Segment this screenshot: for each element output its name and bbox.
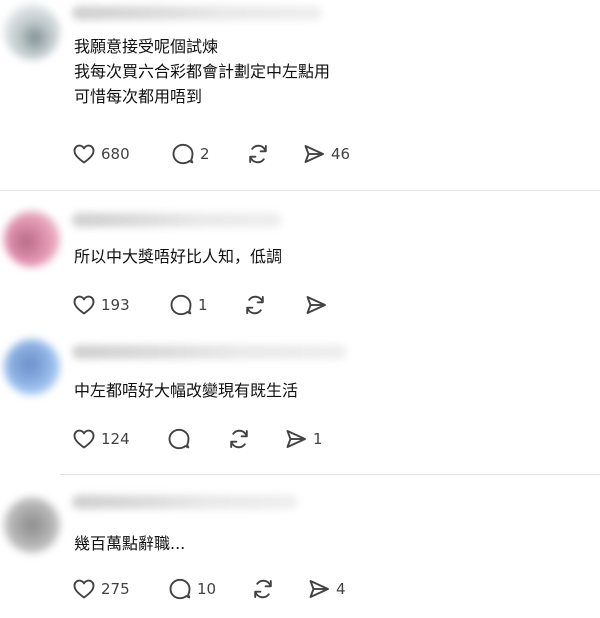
repost-icon <box>249 144 267 164</box>
share-button[interactable]: 1 <box>284 426 323 452</box>
comment-text-line: 可惜每次都用唔到 <box>74 87 203 106</box>
like-count: 275 <box>101 580 130 598</box>
comment-text: 幾百萬點辭職... <box>74 531 185 556</box>
comment-feed: 我願意接受呢個試煉 我每次買六合彩都會計劃定中左點用 可惜每次都用唔到 680 … <box>0 0 600 618</box>
action-bar: 275 10 4 <box>72 576 346 602</box>
repost-button[interactable] <box>243 292 304 318</box>
comment-item: 中左都唔好大幅改變現有既生活 124 1 <box>0 331 600 474</box>
share-button[interactable] <box>304 292 333 318</box>
like-button[interactable]: 275 <box>72 576 168 602</box>
like-count: 193 <box>101 296 130 314</box>
paper-plane-icon <box>286 430 306 448</box>
like-count: 680 <box>101 145 130 163</box>
comment-text-line: 所以中大獎唔好比人知，低調 <box>74 247 283 266</box>
repost-icon <box>254 579 272 599</box>
reply-count: 10 <box>197 580 217 598</box>
repost-icon <box>230 429 248 449</box>
comment-text: 所以中大獎唔好比人知，低調 <box>74 244 282 269</box>
comment-item: 幾百萬點辭職... 275 10 4 <box>0 475 600 618</box>
username-blurred[interactable] <box>72 345 347 359</box>
like-button[interactable]: 193 <box>72 292 169 318</box>
repost-button[interactable] <box>246 141 302 167</box>
share-count: 4 <box>336 580 346 598</box>
action-bar: 124 1 <box>72 426 323 452</box>
repost-button[interactable] <box>251 576 307 602</box>
share-count: 46 <box>331 145 351 163</box>
avatar[interactable] <box>4 339 60 395</box>
action-bar: 680 2 46 <box>72 141 350 167</box>
avatar[interactable] <box>4 497 60 553</box>
reply-count: 1 <box>198 296 208 314</box>
comment-text: 我願意接受呢個試煉 我每次買六合彩都會計劃定中左點用 可惜每次都用唔到 <box>74 34 330 109</box>
comment-text: 中左都唔好大幅改變現有既生活 <box>74 378 298 403</box>
like-count: 124 <box>101 430 130 448</box>
action-bar: 193 1 <box>72 292 333 318</box>
username-blurred[interactable] <box>72 6 322 20</box>
reply-count: 2 <box>200 145 210 163</box>
repost-button[interactable] <box>227 426 284 452</box>
comment-item: 我願意接受呢個試煉 我每次買六合彩都會計劃定中左點用 可惜每次都用唔到 680 … <box>0 0 600 190</box>
username-blurred[interactable] <box>72 213 282 227</box>
repost-icon <box>246 295 264 315</box>
like-button[interactable]: 124 <box>72 426 167 452</box>
comment-text-line: 中左都唔好大幅改變現有既生活 <box>74 381 299 400</box>
heart-icon <box>73 429 95 449</box>
speech-bubble-icon <box>168 428 190 450</box>
comment-item: 所以中大獎唔好比人知，低調 193 1 <box>0 191 600 331</box>
heart-icon <box>73 144 95 164</box>
heart-icon <box>73 295 95 315</box>
speech-bubble-icon <box>169 578 191 600</box>
paper-plane-icon <box>306 296 326 314</box>
comment-text-line: 我每次買六合彩都會計劃定中左點用 <box>74 62 331 81</box>
reply-button[interactable]: 1 <box>169 292 243 318</box>
reply-button[interactable] <box>167 426 227 452</box>
avatar[interactable] <box>4 4 60 60</box>
paper-plane-icon <box>304 145 324 163</box>
share-button[interactable]: 46 <box>302 141 350 167</box>
share-count: 1 <box>313 430 323 448</box>
reply-button[interactable]: 10 <box>168 576 251 602</box>
heart-icon <box>73 579 95 599</box>
reply-button[interactable]: 2 <box>171 141 246 167</box>
like-button[interactable]: 680 <box>72 141 171 167</box>
avatar[interactable] <box>4 211 60 267</box>
share-button[interactable]: 4 <box>307 576 346 602</box>
username-blurred[interactable] <box>72 495 297 509</box>
speech-bubble-icon <box>172 143 194 165</box>
comment-text-line: 我願意接受呢個試煉 <box>74 37 219 56</box>
speech-bubble-icon <box>170 294 192 316</box>
comment-text-line: 幾百萬點辭職... <box>74 534 186 553</box>
paper-plane-icon <box>309 580 329 598</box>
